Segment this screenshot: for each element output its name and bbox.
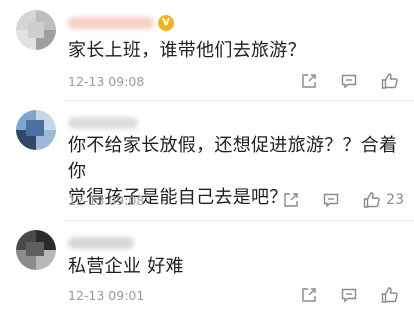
like-button[interactable] [380,71,404,91]
comment-item: V 家长上班，谁带他们去旅游？ 12-13 09:08 [0,0,414,100]
comment-text-line: 你不给家长放假，还想促进旅游？？合着你 [68,135,398,182]
comment-actions: 23 [260,190,404,210]
thumbs-up-icon [363,192,380,208]
avatar[interactable] [16,230,56,270]
share-button[interactable] [300,72,318,90]
avatar[interactable] [16,110,56,150]
vip-badge-icon: V [158,15,174,31]
username[interactable] [68,117,138,129]
share-button[interactable] [300,286,318,304]
reply-button[interactable] [322,191,340,209]
username[interactable] [68,17,154,29]
comment-text: 家长上班，谁带他们去旅游？ [68,38,306,64]
comment-time: 12-13 09:08 [68,74,145,89]
username[interactable] [68,237,134,249]
share-icon [302,74,316,88]
like-count: 23 [386,192,404,208]
like-button[interactable] [380,285,404,305]
thumbs-up-icon [381,73,398,89]
comment-icon [341,288,357,303]
avatar[interactable] [16,10,56,50]
reply-button[interactable] [340,72,358,90]
comment-time: 12-13 09:01 [68,288,145,303]
comment-item: 私营企业 好难 12-13 09:01 [0,220,414,320]
comment-text-line: 私营企业 好难 [68,256,184,277]
share-icon [284,193,298,207]
comment-item: 你不给家长放假，还想促进旅游？？合着你 觉得孩子是能自己去是吧？ 12-13 0… [0,100,414,220]
thumbs-up-icon [381,287,398,303]
comment-text-line: 家长上班，谁带他们去旅游？ [68,40,306,61]
comment-actions [278,285,404,305]
comment-actions [278,71,404,91]
reply-button[interactable] [340,286,358,304]
comment-icon [341,74,357,89]
share-button[interactable] [282,191,300,209]
comment-time: 12-13 09:08 [68,193,145,208]
like-button[interactable]: 23 [362,190,404,210]
share-icon [302,288,316,302]
comment-icon [323,193,339,208]
comment-text: 私营企业 好难 [68,254,184,280]
